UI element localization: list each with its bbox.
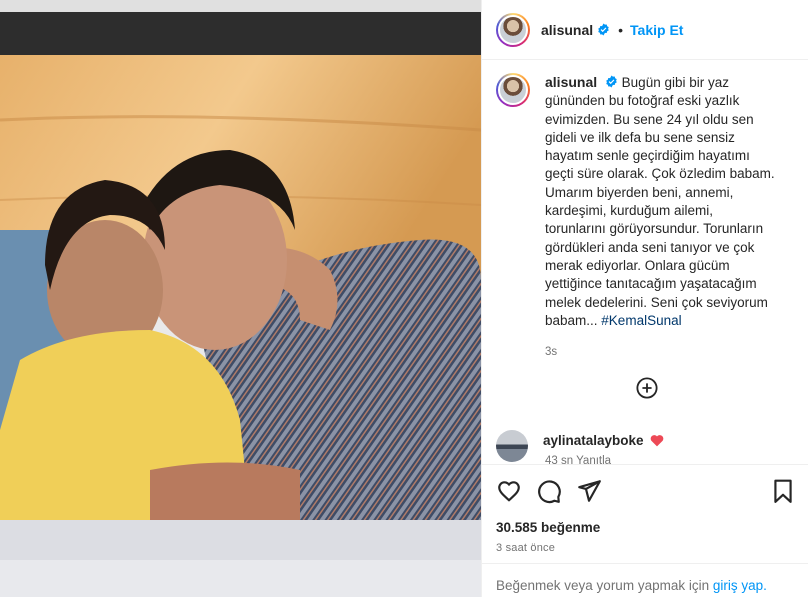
caption-body: alisunal Bugün gibi bir yaz gününden bu … — [545, 73, 775, 361]
login-link[interactable]: giriş yap. — [713, 578, 767, 593]
follow-button[interactable]: Takip Et — [630, 22, 683, 38]
comment-meta: 43 sn Yanıtla — [545, 455, 612, 464]
comment-icon[interactable] — [536, 478, 562, 504]
comments-area[interactable]: alisunal Bugün gibi bir yaz gününden bu … — [482, 61, 808, 464]
comment-item: aylinatalayboke 43 sn Yanıtla — [496, 430, 664, 464]
verified-badge-icon — [606, 75, 617, 88]
post-header: alisunal • Takip Et — [482, 0, 808, 60]
author-username[interactable]: alisunal — [541, 22, 593, 38]
likes-count[interactable]: 30.585 beğenme — [496, 520, 600, 535]
caption-username[interactable]: alisunal — [545, 74, 597, 90]
separator-dot: • — [618, 21, 624, 38]
hashtag-link[interactable]: #KemalSunal — [601, 313, 681, 328]
red-heart-emoji — [650, 435, 663, 447]
post-side-panel: alisunal • Takip Et alisunal Bugün gibi … — [481, 0, 808, 597]
bookmark-icon[interactable] — [770, 478, 796, 504]
actions-section: 30.585 beğenme 3 saat önce Beğenmek veya… — [482, 464, 808, 597]
avatar[interactable] — [498, 75, 528, 105]
action-icons — [496, 478, 796, 504]
caption: alisunal Bugün gibi bir yaz gününden bu … — [482, 61, 808, 361]
login-prompt-text: Beğenmek veya yorum yapmak için — [496, 578, 710, 593]
login-prompt: Beğenmek veya yorum yapmak için giriş ya… — [482, 563, 808, 593]
post-photo[interactable] — [0, 0, 481, 597]
verified-badge-icon — [598, 23, 609, 36]
caption-timestamp[interactable]: 3s — [545, 343, 775, 361]
plus-circle-icon[interactable] — [636, 377, 658, 399]
caption-text: Bugün gibi bir yaz gününden bu fotoğraf … — [545, 75, 775, 328]
share-icon[interactable] — [576, 478, 602, 504]
instagram-post-view: alisunal • Takip Et alisunal Bugün gibi … — [0, 0, 808, 597]
avatar[interactable] — [498, 14, 528, 45]
caption-avatar-ring[interactable] — [496, 73, 530, 107]
heart-icon[interactable] — [496, 478, 522, 504]
posted-ago[interactable]: 3 saat önce — [496, 542, 555, 554]
comment-avatar[interactable] — [496, 430, 528, 462]
comment-username[interactable]: aylinatalayboke — [543, 433, 644, 448]
author-avatar-ring[interactable] — [496, 12, 530, 47]
